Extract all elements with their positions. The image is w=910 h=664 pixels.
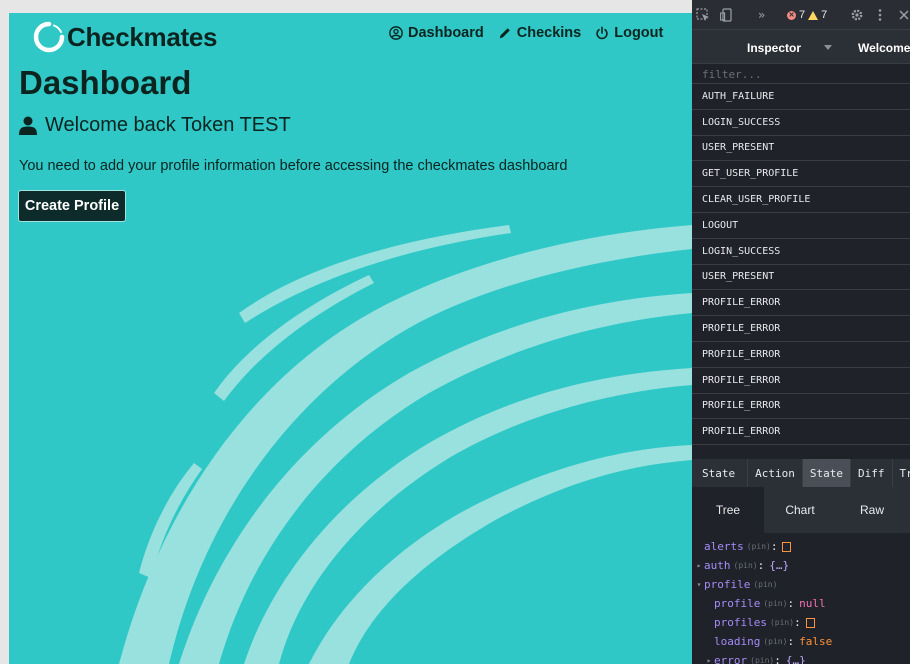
- device-toggle-icon[interactable]: [720, 8, 734, 22]
- tree-node-error[interactable]: ▸ error (pin) : {…}: [692, 651, 910, 664]
- tree-node-alerts[interactable]: alerts (pin) :: [692, 537, 910, 556]
- inspect-element-icon[interactable]: [696, 8, 710, 22]
- action-item[interactable]: LOGOUT: [692, 211, 910, 239]
- action-item[interactable]: PROFILE_ERROR: [692, 340, 910, 368]
- devtools-panel: » ✕ 7 7 Inspector Welcome t AUTH_FAILURE…: [692, 0, 910, 664]
- instance-selector[interactable]: Welcome t: [858, 41, 910, 55]
- checkmates-logo-icon: [33, 21, 65, 53]
- nav-logout-link[interactable]: Logout: [595, 25, 663, 41]
- state-tree: alerts (pin) : ▸ auth (pin) : {…} ▾ prof…: [692, 533, 910, 664]
- devtools-toolbar: » ✕ 7 7: [692, 0, 910, 30]
- app-viewport: Checkmates Dashboard Checkins Logout Das…: [9, 13, 692, 664]
- empty-array-value: [782, 541, 792, 552]
- welcome-text: Welcome back Token TEST: [45, 114, 291, 136]
- page-title: Dashboard: [19, 64, 192, 101]
- empty-array-value: [805, 617, 815, 628]
- tab-diff[interactable]: Diff: [850, 459, 892, 487]
- action-item[interactable]: PROFILE_ERROR: [692, 366, 910, 394]
- pencil-icon: [499, 28, 510, 39]
- nav-dashboard-label: Dashboard: [408, 25, 484, 41]
- tree-node-profile-profile[interactable]: profile (pin) : null: [692, 594, 910, 613]
- error-icon: ✕: [787, 10, 796, 20]
- nav-dashboard-link[interactable]: Dashboard: [389, 25, 484, 41]
- action-item[interactable]: USER_PRESENT: [692, 263, 910, 291]
- more-tabs-icon[interactable]: »: [758, 8, 765, 22]
- tab-chart[interactable]: Chart: [764, 487, 836, 533]
- action-item[interactable]: USER_PRESENT: [692, 134, 910, 162]
- navbar: Checkmates Dashboard Checkins Logout: [9, 13, 692, 59]
- view-tabs: Tree Chart Raw: [692, 487, 910, 533]
- kebab-menu-icon[interactable]: [877, 8, 883, 22]
- action-item[interactable]: LOGIN_SUCCESS: [692, 237, 910, 265]
- tab-raw[interactable]: Raw: [836, 487, 908, 533]
- action-item[interactable]: CLEAR_USER_PROFILE: [692, 186, 910, 213]
- tree-node-auth[interactable]: ▸ auth (pin) : {…}: [692, 556, 910, 575]
- console-issues-badge[interactable]: ✕ 7 7: [787, 9, 827, 21]
- create-profile-button[interactable]: Create Profile: [18, 190, 126, 222]
- error-count: 7: [799, 9, 806, 21]
- action-filter-input[interactable]: [692, 64, 910, 84]
- action-item[interactable]: PROFILE_ERROR: [692, 418, 910, 446]
- chevron-down-icon[interactable]: [824, 45, 832, 50]
- nav-checkins-link[interactable]: Checkins: [498, 25, 581, 41]
- user-circle-icon: [389, 26, 403, 40]
- brush-swirl-background: [119, 225, 692, 664]
- expand-arrow-icon[interactable]: ▸: [704, 656, 714, 664]
- brand-name: Checkmates: [67, 21, 218, 52]
- collapse-arrow-icon[interactable]: ▾: [694, 580, 704, 589]
- redux-devtools-header: Inspector Welcome t: [692, 30, 910, 64]
- tree-node-loading[interactable]: loading (pin) : false: [692, 632, 910, 651]
- warning-icon: [808, 10, 819, 20]
- profile-notice: You need to add your profile information…: [19, 158, 568, 174]
- tab-trace[interactable]: Tr: [891, 459, 910, 487]
- expand-arrow-icon[interactable]: ▸: [694, 561, 704, 570]
- tree-node-profiles[interactable]: profiles (pin) :: [692, 613, 910, 632]
- settings-gear-icon[interactable]: [850, 8, 864, 22]
- power-icon: [596, 26, 608, 40]
- warning-count: 7: [821, 9, 828, 21]
- monitor-label: State: [702, 466, 736, 480]
- action-item[interactable]: PROFILE_ERROR: [692, 392, 910, 420]
- tab-tree[interactable]: Tree: [692, 487, 764, 533]
- action-item[interactable]: GET_USER_PROFILE: [692, 160, 910, 188]
- nav-logout-label: Logout: [614, 25, 664, 41]
- action-item[interactable]: PROFILE_ERROR: [692, 289, 910, 317]
- user-icon: [19, 116, 37, 135]
- tab-state[interactable]: State: [801, 459, 850, 487]
- monitor-tabs: State Action State Diff Tr: [692, 459, 910, 487]
- tree-node-profile[interactable]: ▾ profile (pin): [692, 575, 910, 594]
- inspector-selector[interactable]: Inspector: [747, 41, 801, 55]
- nav-checkins-label: Checkins: [516, 25, 582, 41]
- welcome-message: Welcome back Token TEST: [19, 114, 291, 137]
- action-item[interactable]: AUTH_FAILURE: [692, 83, 910, 110]
- nav-links: Dashboard Checkins Logout: [389, 25, 663, 41]
- close-devtools-icon[interactable]: [898, 9, 910, 21]
- action-item[interactable]: LOGIN_SUCCESS: [692, 108, 910, 136]
- action-list: AUTH_FAILURE LOGIN_SUCCESS USER_PRESENT …: [692, 83, 910, 446]
- tab-action[interactable]: Action: [747, 459, 802, 487]
- brand-link[interactable]: Checkmates: [33, 21, 218, 53]
- action-item[interactable]: PROFILE_ERROR: [692, 315, 910, 342]
